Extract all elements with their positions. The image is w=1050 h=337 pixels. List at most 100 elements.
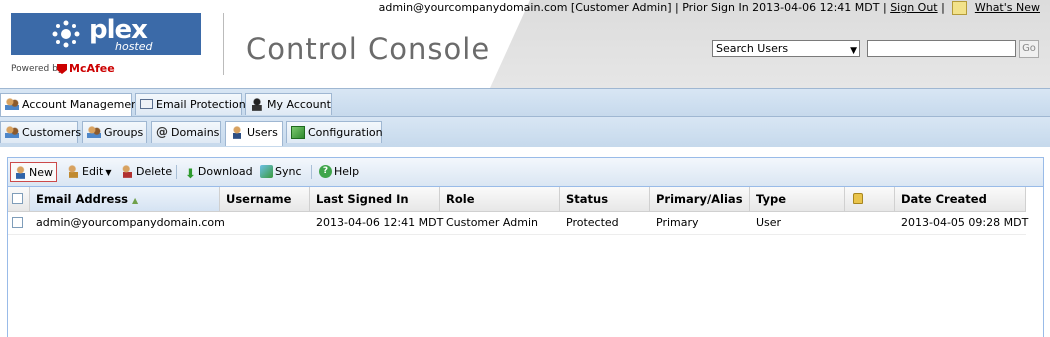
delete-user-icon [121, 164, 134, 178]
download-arrow-icon: ⬇ [185, 166, 196, 182]
cell-primary-alias: Primary [656, 216, 699, 229]
download-label: Download [197, 165, 253, 178]
users-icon [87, 125, 101, 139]
tab-label: Account Management [22, 98, 143, 111]
cell-date-created: 2013-04-05 09:28 MDT [901, 216, 1029, 229]
mcafee-logo: McAfee [57, 62, 115, 75]
column-email-address[interactable]: Email Address ▲ [30, 187, 220, 211]
logo-dots-icon [52, 20, 80, 48]
search-type-select[interactable]: Search Users ▼ [712, 40, 860, 57]
users-icon [5, 97, 19, 111]
row-checkbox[interactable] [12, 217, 23, 228]
tab-label: Domains [171, 126, 220, 139]
chevron-down-icon: ▼ [105, 168, 112, 177]
users-icon [5, 125, 19, 139]
help-label: Help [334, 165, 360, 178]
go-button[interactable]: Go [1019, 40, 1039, 58]
edit-button[interactable]: Edit ▼ [64, 162, 114, 182]
tab-domains[interactable]: @ Domains [151, 121, 221, 143]
cell-role: Customer Admin [446, 216, 538, 229]
column-label: Email Address [36, 192, 129, 206]
cell-last-signed-in: 2013-04-06 12:41 MDT [316, 216, 444, 229]
toolbar-separator [311, 165, 312, 179]
column-primary-alias[interactable]: Primary/Alias [650, 187, 750, 211]
users-panel: New Edit ▼ Delete ⬇ Download Sync ? Help Em… [7, 157, 1044, 337]
column-label: Last Signed In [316, 192, 409, 206]
tab-label: My Account [267, 98, 331, 111]
tab-account-management[interactable]: Account Management [0, 93, 142, 118]
download-button[interactable]: ⬇ Download [182, 162, 256, 182]
chevron-down-icon: ▼ [850, 46, 857, 56]
column-locked[interactable] [845, 187, 895, 211]
grid-header: Email Address ▲ Username Last Signed In R… [8, 187, 1026, 212]
powered-by-label: Powered by [11, 64, 64, 74]
tab-label: Email Protection [156, 98, 246, 111]
column-status[interactable]: Status [560, 187, 650, 211]
tab-users[interactable]: Users [225, 121, 283, 146]
tab-email-protection[interactable]: Email Protection [135, 93, 246, 115]
toolbar-separator [176, 165, 177, 179]
mcafee-shield-icon [57, 64, 67, 74]
column-role[interactable]: Role [440, 187, 560, 211]
new-label: New [29, 166, 53, 179]
mail-icon [140, 99, 153, 109]
mcafee-text: McAfee [69, 62, 115, 75]
cube-icon [291, 125, 305, 139]
tab-configuration[interactable]: Configuration [286, 121, 383, 143]
column-date-created[interactable]: Date Created [895, 187, 1026, 211]
column-label: Username [226, 192, 292, 206]
table-row[interactable]: admin@yourcompanydomain.com 2013-04-06 1… [8, 212, 1029, 235]
logo-subtext: hosted [115, 40, 153, 53]
user-info-bar: admin@yourcompanydomain.com [Customer Ad… [379, 1, 1040, 15]
column-username[interactable]: Username [220, 187, 310, 211]
at-icon: @ [156, 125, 168, 139]
column-label: Type [756, 192, 787, 206]
help-button[interactable]: ? Help [316, 162, 362, 182]
help-icon: ? [319, 164, 332, 178]
spy-icon [250, 97, 264, 111]
tab-label: Configuration [308, 126, 383, 139]
edit-label: Edit [82, 165, 104, 178]
sync-button[interactable]: Sync [257, 162, 305, 182]
column-label: Date Created [901, 192, 987, 206]
new-button[interactable]: New [10, 162, 57, 182]
add-user-icon [14, 165, 27, 179]
tab-label: Groups [104, 126, 144, 139]
link-separator: | [941, 1, 945, 14]
grid-toolbar: New Edit ▼ Delete ⬇ Download Sync ? Help [8, 158, 1043, 187]
sign-out-link[interactable]: Sign Out [890, 1, 937, 14]
plex-logo: plex hosted [11, 13, 201, 55]
cell-locked [845, 212, 895, 234]
column-label: Status [566, 192, 609, 206]
user-icon [230, 125, 244, 139]
column-last-signed-in[interactable]: Last Signed In [310, 187, 440, 211]
row-select-cell [8, 212, 30, 234]
cell-username [220, 212, 310, 234]
header-divider [223, 13, 224, 75]
lock-icon [853, 193, 863, 204]
sync-label: Sync [275, 165, 302, 178]
tab-label: Users [247, 126, 278, 139]
tab-my-account[interactable]: My Account [245, 93, 332, 115]
whats-new-link[interactable]: What's New [975, 1, 1040, 14]
select-all-checkbox[interactable] [12, 193, 23, 204]
whats-new-icon[interactable] [952, 1, 968, 15]
tab-groups[interactable]: Groups [82, 121, 147, 143]
cell-status: Protected [566, 216, 619, 229]
column-type[interactable]: Type [750, 187, 845, 211]
select-all-cell [8, 187, 30, 211]
column-label: Primary/Alias [656, 192, 743, 206]
tab-label: Customers [22, 126, 82, 139]
search-input[interactable] [867, 40, 1016, 57]
tab-customers[interactable]: Customers [0, 121, 82, 143]
cell-email: admin@yourcompanydomain.com [36, 216, 225, 229]
delete-button[interactable]: Delete [118, 162, 175, 182]
delete-label: Delete [136, 165, 173, 178]
user-info-text: admin@yourcompanydomain.com [Customer Ad… [378, 1, 887, 14]
sync-icon [260, 164, 273, 178]
primary-tab-bar: Account Management Email Protection My A… [0, 88, 1050, 118]
search-select-value: Search Users [716, 42, 789, 55]
page-title: Control Console [246, 32, 491, 66]
column-label: Role [446, 192, 475, 206]
cell-type: User [756, 216, 782, 229]
